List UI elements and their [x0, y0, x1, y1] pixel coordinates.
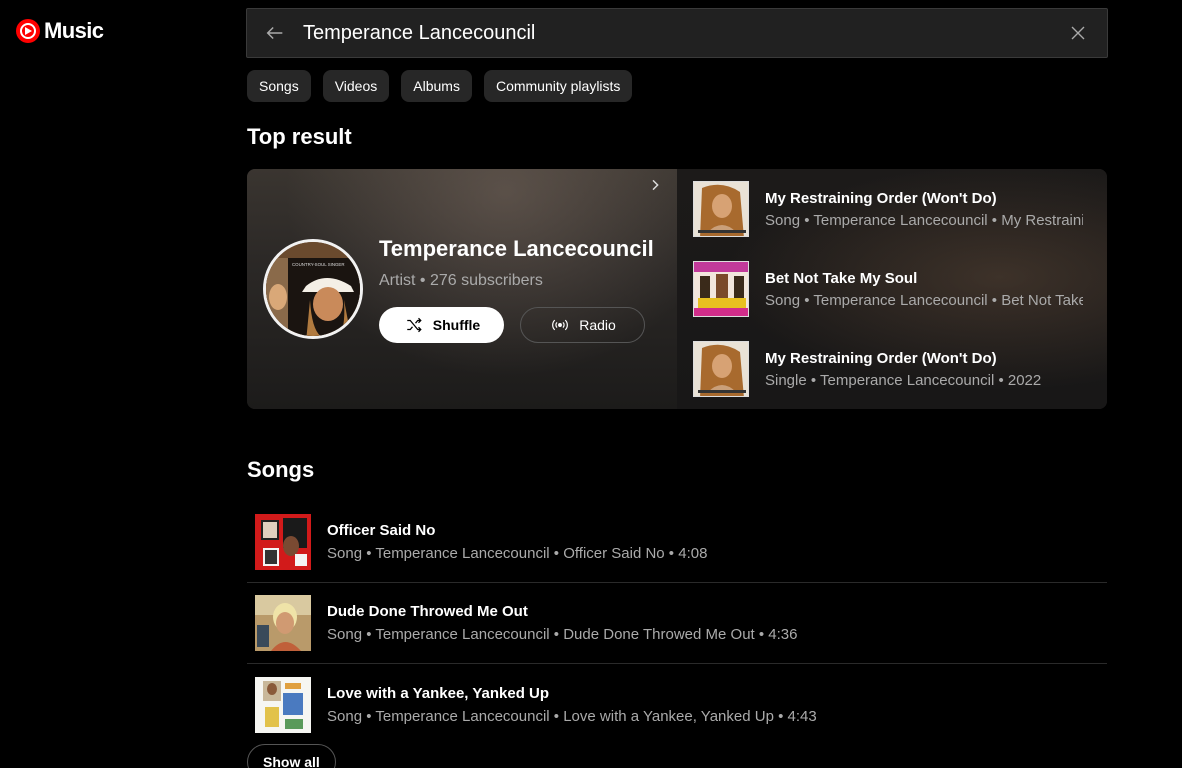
top-result-list: My Restraining Order (Won't Do) Song • T… [677, 169, 1107, 409]
app-root: Music Songs Videos Albums Community play… [0, 0, 1182, 768]
shuffle-button[interactable]: Shuffle [379, 307, 504, 343]
song-row[interactable]: Officer Said No Song • Temperance Lancec… [247, 502, 1107, 583]
search-input[interactable] [303, 9, 1049, 57]
song-title[interactable]: Love with a Yankee, Yanked Up [327, 685, 817, 702]
top-result-item[interactable]: My Restraining Order (Won't Do) Song • T… [693, 181, 1093, 237]
artist-avatar[interactable]: COUNTRY-SOUL SINGER [263, 239, 363, 339]
clear-search-button[interactable] [1049, 9, 1107, 57]
song-thumbnail [255, 595, 311, 651]
track-title[interactable]: My Restraining Order (Won't Do) [765, 190, 1083, 207]
top-result-heading: Top result [247, 124, 352, 149]
song-title[interactable]: Officer Said No [327, 522, 707, 539]
top-result-item[interactable]: Bet Not Take My Soul Song • Temperance L… [693, 261, 1093, 317]
filter-chips: Songs Videos Albums Community playlists [247, 70, 633, 102]
chip-albums[interactable]: Albums [401, 70, 472, 102]
music-logo-icon [16, 19, 40, 43]
songs-heading: Songs [247, 457, 315, 482]
song-row[interactable]: Dude Done Throwed Me Out Song • Temperan… [247, 583, 1107, 664]
song-thumbnail [255, 676, 311, 733]
logo-text: Music [44, 18, 104, 43]
album-thumbnail [693, 181, 749, 237]
album-thumbnail [693, 261, 749, 317]
artist-panel[interactable]: COUNTRY-SOUL SINGER Temperance Lancecoun… [247, 169, 677, 409]
artist-name[interactable]: Temperance Lancecouncil [379, 236, 654, 262]
show-all-button[interactable]: Show all [247, 744, 336, 768]
radio-button[interactable]: Radio [520, 307, 645, 343]
song-subtitle: Song • Temperance Lancecouncil • Dude Do… [327, 626, 798, 643]
shuffle-label: Shuffle [432, 317, 481, 333]
top-result-card: COUNTRY-SOUL SINGER Temperance Lancecoun… [247, 169, 1107, 409]
shuffle-icon [407, 317, 422, 333]
close-icon [1071, 26, 1085, 40]
back-arrow-button[interactable] [247, 9, 303, 57]
song-subtitle: Song • Temperance Lancecouncil • Officer… [327, 545, 708, 562]
chip-songs[interactable]: Songs [247, 70, 311, 102]
radio-label: Radio [579, 317, 616, 333]
radio-icon [552, 319, 569, 331]
artist-subtitle: Artist • 276 subscribers [379, 272, 543, 289]
search-bar [246, 8, 1108, 58]
album-thumbnail [693, 341, 749, 397]
release-subtitle: Single • Temperance Lancecouncil • 2022 [765, 371, 1042, 389]
track-title[interactable]: Bet Not Take My Soul [765, 270, 1083, 287]
song-thumbnail [255, 514, 311, 570]
track-subtitle: Song • Temperance Lancecouncil • Bet Not… [765, 291, 1083, 309]
back-arrow-icon [266, 26, 283, 40]
chip-videos[interactable]: Videos [322, 70, 390, 102]
release-title[interactable]: My Restraining Order (Won't Do) [765, 350, 1083, 367]
chevron-right-icon[interactable] [647, 177, 663, 198]
song-row[interactable]: Love with a Yankee, Yanked Up Song • Tem… [247, 664, 1107, 745]
top-result-item[interactable]: My Restraining Order (Won't Do) Single •… [693, 341, 1093, 397]
youtube-music-logo[interactable]: Music [16, 18, 104, 44]
song-subtitle: Song • Temperance Lancecouncil • Love wi… [327, 707, 817, 725]
avatar-caption: COUNTRY-SOUL SINGER [292, 262, 345, 267]
song-title[interactable]: Dude Done Throwed Me Out [327, 603, 797, 620]
track-subtitle: Song • Temperance Lancecouncil • My Rest… [765, 211, 1083, 229]
chip-community-playlists[interactable]: Community playlists [483, 70, 633, 102]
